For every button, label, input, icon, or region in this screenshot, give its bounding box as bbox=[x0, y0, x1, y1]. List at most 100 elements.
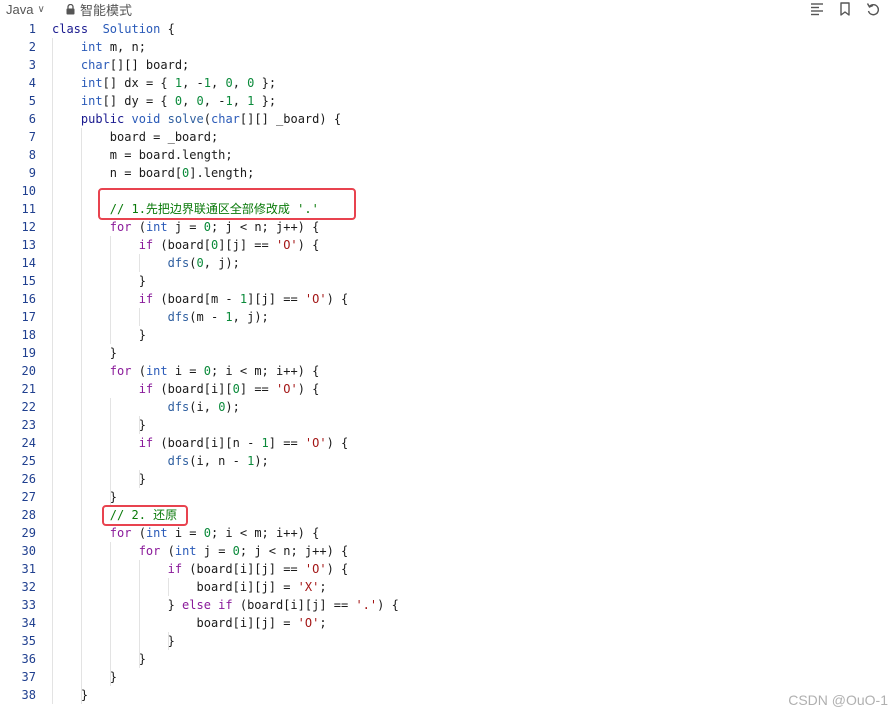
line-number: 30 bbox=[21, 544, 36, 558]
code-token: 'O' bbox=[304, 562, 327, 576]
code-text: } bbox=[52, 326, 146, 344]
code-token: } bbox=[52, 274, 146, 288]
code-line[interactable]: 22 dfs(i, 0); bbox=[0, 398, 894, 416]
code-text: dfs(0, j); bbox=[52, 254, 240, 272]
code-text: for (int j = 0; j < n; j++) { bbox=[52, 542, 349, 560]
code-line[interactable]: 1 class Solution { bbox=[0, 20, 894, 38]
code-line[interactable]: 32 board[i][j] = 'X'; bbox=[0, 578, 894, 596]
code-token: } bbox=[52, 688, 89, 702]
code-token: } bbox=[52, 634, 175, 648]
code-token: 1 bbox=[174, 76, 183, 90]
code-line[interactable]: 29 for (int i = 0; i < m; i++) { bbox=[0, 524, 894, 542]
code-line[interactable]: 26 } bbox=[0, 470, 894, 488]
code-token: , bbox=[232, 76, 248, 90]
code-line[interactable]: 5 int[] dy = { 0, 0, -1, 1 }; bbox=[0, 92, 894, 110]
code-line[interactable]: 3 char[][] board; bbox=[0, 56, 894, 74]
code-line[interactable]: 18 } bbox=[0, 326, 894, 344]
code-token: for bbox=[109, 526, 132, 540]
code-line[interactable]: 19 } bbox=[0, 344, 894, 362]
code-token: ; i < m; i++) { bbox=[210, 526, 320, 540]
line-number: 5 bbox=[28, 94, 36, 108]
bookmark-button[interactable] bbox=[838, 0, 852, 18]
code-line[interactable]: 24 if (board[i][n - 1] == 'O') { bbox=[0, 434, 894, 452]
code-token: } bbox=[52, 490, 118, 504]
code-token: ] == bbox=[268, 436, 305, 450]
code-text: int m, n; bbox=[52, 38, 146, 56]
line-number: 34 bbox=[21, 616, 36, 630]
code-text: } bbox=[52, 668, 117, 686]
code-token: 0 bbox=[225, 76, 233, 90]
code-token: if bbox=[167, 562, 183, 576]
code-line[interactable]: 14 dfs(0, j); bbox=[0, 254, 894, 272]
code-line[interactable]: 34 board[i][j] = 'O'; bbox=[0, 614, 894, 632]
code-token: dfs bbox=[167, 400, 190, 414]
list-button[interactable] bbox=[810, 0, 824, 18]
code-line[interactable]: 10 bbox=[0, 182, 894, 200]
code-line[interactable]: 28 // 2. 还原 bbox=[0, 506, 894, 524]
code-line[interactable]: 38 } bbox=[0, 686, 894, 704]
code-token: int bbox=[80, 40, 103, 54]
code-line[interactable]: 35 } bbox=[0, 632, 894, 650]
code-text: dfs(m - 1, j); bbox=[52, 308, 269, 326]
code-token: ) { bbox=[326, 562, 349, 576]
code-token: solve bbox=[167, 112, 204, 126]
line-number: 2 bbox=[28, 40, 36, 54]
code-token: int bbox=[145, 526, 168, 540]
code-line[interactable]: 17 dfs(m - 1, j); bbox=[0, 308, 894, 326]
code-line[interactable]: 16 if (board[m - 1][j] == 'O') { bbox=[0, 290, 894, 308]
code-token: 0 bbox=[174, 94, 183, 108]
code-text: dfs(i, n - 1); bbox=[52, 452, 269, 470]
code-line[interactable]: 20 for (int i = 0; i < m; i++) { bbox=[0, 362, 894, 380]
code-token: (board[i][ bbox=[153, 382, 233, 396]
code-token: 'O' bbox=[304, 436, 327, 450]
code-token: ( bbox=[131, 220, 146, 234]
code-line[interactable]: 25 dfs(i, n - 1); bbox=[0, 452, 894, 470]
code-line[interactable]: 27 } bbox=[0, 488, 894, 506]
code-line[interactable]: 2 int m, n; bbox=[0, 38, 894, 56]
code-token: [] dx = { bbox=[102, 76, 175, 90]
code-token: , bbox=[211, 76, 226, 90]
code-line[interactable]: 36 } bbox=[0, 650, 894, 668]
code-line[interactable]: 11 // 1.先把边界联通区全部修改成 '.' bbox=[0, 200, 894, 218]
code-line[interactable]: 4 int[] dx = { 1, -1, 0, 0 }; bbox=[0, 74, 894, 92]
code-line[interactable]: 13 if (board[0][j] == 'O') { bbox=[0, 236, 894, 254]
code-line[interactable]: 9 n = board[0].length; bbox=[0, 164, 894, 182]
code-text: } bbox=[52, 488, 117, 506]
line-number: 25 bbox=[21, 454, 36, 468]
code-editor[interactable]: 1 class Solution {2 int m, n; 3 char[][] b… bbox=[0, 20, 894, 712]
language-selector[interactable]: Java ∨ bbox=[6, 0, 45, 18]
code-line[interactable]: 6 public void solve(char[][] _board) { bbox=[0, 110, 894, 128]
code-token: n = board[ bbox=[52, 166, 183, 180]
code-line[interactable]: 7 board = _board; bbox=[0, 128, 894, 146]
code-token: // 2. 还原 bbox=[109, 508, 178, 522]
code-text: board = _board; bbox=[52, 128, 218, 146]
code-line[interactable]: 30 for (int j = 0; j < n; j++) { bbox=[0, 542, 894, 560]
code-token: i = bbox=[167, 364, 204, 378]
line-number: 29 bbox=[21, 526, 36, 540]
undo-button[interactable] bbox=[866, 0, 880, 18]
code-token: , bbox=[232, 94, 248, 108]
code-line[interactable]: 21 if (board[i][0] == 'O') { bbox=[0, 380, 894, 398]
code-line[interactable]: 8 m = board.length; bbox=[0, 146, 894, 164]
code-token: 'O' bbox=[275, 238, 298, 252]
code-token: (board[i][n - bbox=[153, 436, 262, 450]
code-token: } bbox=[52, 328, 146, 342]
code-text: if (board[i][0] == 'O') { bbox=[52, 380, 320, 398]
code-line[interactable]: 37 } bbox=[0, 668, 894, 686]
code-line[interactable]: 23 } bbox=[0, 416, 894, 434]
line-number: 23 bbox=[21, 418, 36, 432]
code-line[interactable]: 15 } bbox=[0, 272, 894, 290]
smart-mode-toggle[interactable]: 智能模式 bbox=[66, 0, 132, 18]
code-line[interactable]: 12 for (int j = 0; j < n; j++) { bbox=[0, 218, 894, 236]
code-line[interactable]: 31 if (board[i][j] == 'O') { bbox=[0, 560, 894, 578]
line-number: 27 bbox=[21, 490, 36, 504]
code-line[interactable]: 33 } else if (board[i][j] == '.') { bbox=[0, 596, 894, 614]
code-token: j = bbox=[196, 544, 233, 558]
code-text: public void solve(char[][] _board) { bbox=[52, 110, 341, 128]
line-number: 22 bbox=[21, 400, 36, 414]
chevron-down-icon: ∨ bbox=[37, 3, 45, 15]
